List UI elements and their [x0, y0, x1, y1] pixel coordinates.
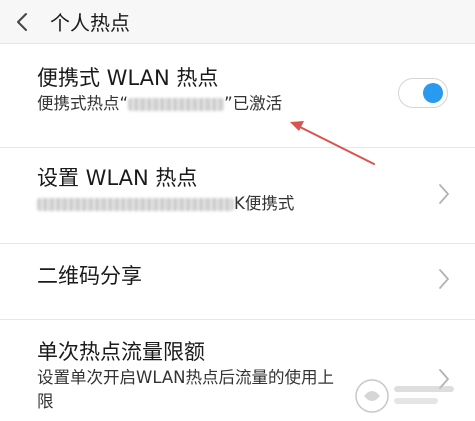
portable-hotspot-toggle[interactable]: [398, 78, 448, 108]
configure-hotspot-summary-suffix: K便携式: [234, 194, 295, 213]
divider: [0, 243, 475, 244]
chevron-right-icon: [439, 269, 449, 289]
hotspot-status-suffix: ”已激活: [224, 94, 283, 113]
divider: [0, 147, 475, 148]
configure-hotspot-title: 设置 WLAN 热点: [37, 166, 198, 190]
hotspot-status-prefix: 便携式热点“: [37, 94, 129, 113]
portable-hotspot-status: 便携式热点“ ”已激活: [37, 92, 445, 116]
toggle-knob: [423, 83, 443, 103]
configure-hotspot-summary: K便携式: [37, 192, 445, 216]
redacted-ssid: [128, 98, 225, 111]
qr-share-row[interactable]: 二维码分享: [0, 262, 475, 296]
redacted-ssid-security: [37, 198, 234, 211]
chevron-right-icon: [439, 184, 449, 204]
configure-hotspot-row[interactable]: 设置 WLAN 热点 K便携式: [0, 164, 475, 226]
divider: [0, 319, 475, 320]
top-app-bar: 个人热点: [0, 0, 475, 44]
back-button[interactable]: [0, 0, 44, 44]
watermark-logo: [355, 379, 454, 413]
qr-share-title: 二维码分享: [37, 264, 142, 288]
portable-hotspot-title: 便携式 WLAN 热点: [37, 66, 219, 90]
chevron-left-icon: [17, 12, 27, 31]
page-title: 个人热点: [50, 11, 130, 35]
data-limit-title: 单次热点流量限额: [37, 340, 205, 364]
